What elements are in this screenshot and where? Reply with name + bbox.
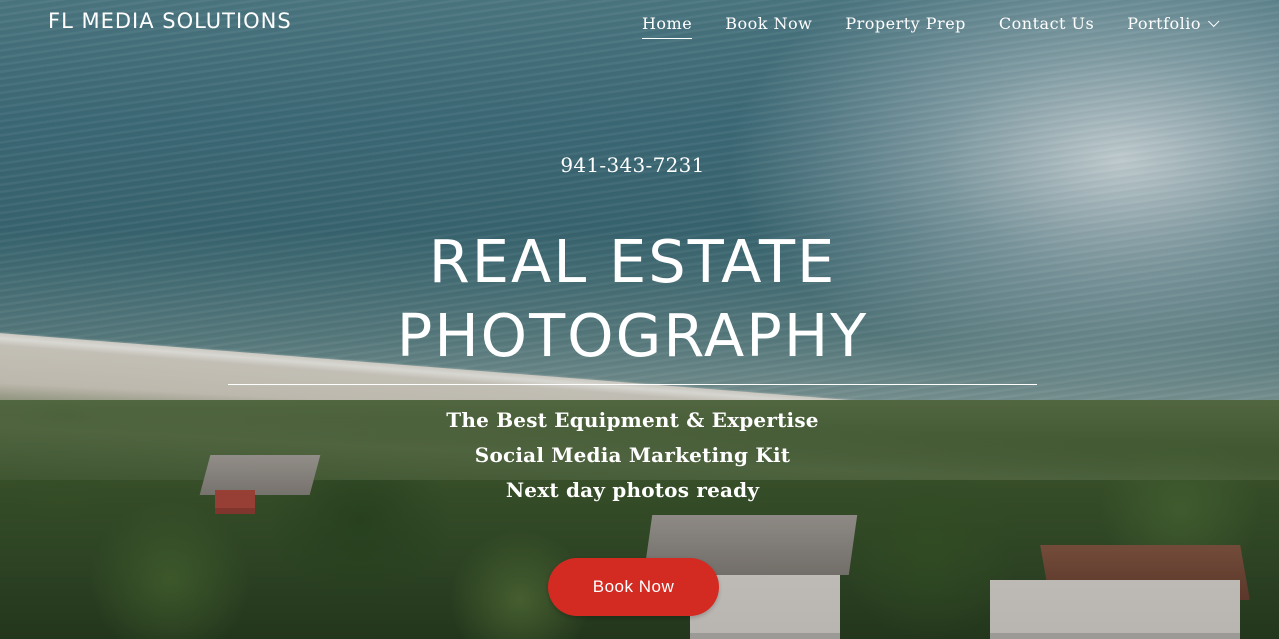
nav-item-home[interactable]: Home — [641, 14, 693, 39]
nav-item-book-now[interactable]: Book Now — [725, 14, 812, 39]
hero-title-line-1: REAL ESTATE — [428, 227, 837, 296]
book-now-button[interactable]: Book Now — [548, 558, 719, 616]
feature-item-next-day: Next day photos ready — [505, 478, 760, 502]
nav-item-property-prep[interactable]: Property Prep — [845, 14, 966, 39]
chevron-down-icon — [1208, 15, 1220, 28]
hero-title: REAL ESTATE PHOTOGRAPHY — [0, 225, 1265, 373]
feature-item-social-media: Social Media Marketing Kit — [474, 443, 791, 467]
phone-number: 941-343-7231 — [560, 153, 705, 177]
feature-list: The Best Equipment & Expertise Social Me… — [0, 403, 1265, 508]
hero-divider — [228, 384, 1037, 385]
nav-item-portfolio-label: Portfolio — [1127, 14, 1201, 33]
nav-item-contact-us[interactable]: Contact Us — [999, 14, 1094, 39]
feature-item-equipment: The Best Equipment & Expertise — [446, 408, 819, 432]
nav-item-portfolio[interactable]: Portfolio — [1127, 14, 1220, 39]
hero-section: FL MEDIA SOLUTIONS Home Book Now Propert… — [0, 0, 1279, 639]
site-header: FL MEDIA SOLUTIONS Home Book Now Propert… — [0, 0, 1279, 50]
site-logo[interactable]: FL MEDIA SOLUTIONS — [48, 9, 292, 33]
main-nav: Home Book Now Property Prep Contact Us P… — [609, 14, 1220, 39]
hero-title-line-2: PHOTOGRAPHY — [396, 301, 869, 370]
